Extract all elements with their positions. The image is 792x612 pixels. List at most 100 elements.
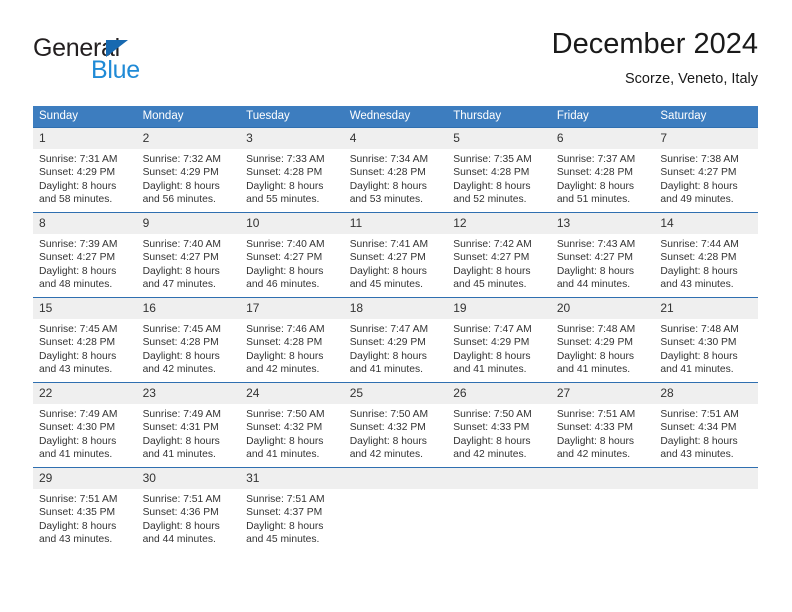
daylight-text-line2: and 58 minutes. [39,194,113,206]
day-number: 17 [240,298,344,319]
day-details: Sunrise: 7:47 AM Sunset: 4:29 PM Dayligh… [447,319,551,377]
sunset-text: Sunset: 4:28 PM [660,252,737,264]
day-details: Sunrise: 7:34 AM Sunset: 4:28 PM Dayligh… [344,149,448,207]
day-number: 2 [136,128,241,149]
calendar-week-row: 1 Sunrise: 7:31 AM Sunset: 4:29 PM Dayli… [33,127,758,213]
day-cell[interactable]: 23 Sunrise: 7:49 AM Sunset: 4:31 PM Dayl… [136,382,241,468]
sunset-text: Sunset: 4:28 PM [246,337,323,349]
day-number: 11 [343,213,448,234]
day-cell[interactable]: 18 Sunrise: 7:47 AM Sunset: 4:29 PM Dayl… [343,297,448,383]
day-cell[interactable]: 28 Sunrise: 7:51 AM Sunset: 4:34 PM Dayl… [654,382,758,468]
day-number: 16 [136,298,241,319]
day-number: 18 [343,298,448,319]
daylight-text-line1: Daylight: 8 hours [453,180,531,192]
sunset-text: Sunset: 4:36 PM [142,507,219,519]
calendar-week-row: 22 Sunrise: 7:49 AM Sunset: 4:30 PM Dayl… [33,382,758,468]
day-number: 22 [33,383,137,404]
daylight-text-line2: and 41 minutes. [453,364,527,376]
day-details: Sunrise: 7:48 AM Sunset: 4:29 PM Dayligh… [551,319,655,377]
sunrise-text: Sunrise: 7:45 AM [142,324,221,335]
day-number: 9 [136,213,241,234]
daylight-text-line2: and 41 minutes. [660,364,734,376]
day-cell[interactable]: 1 Sunrise: 7:31 AM Sunset: 4:29 PM Dayli… [33,127,137,213]
sunset-text: Sunset: 4:35 PM [39,507,116,519]
page-header: General Blue December 2024 Scorze, Venet… [33,26,758,96]
day-details: Sunrise: 7:41 AM Sunset: 4:27 PM Dayligh… [344,234,448,292]
sunrise-text: Sunrise: 7:31 AM [39,154,118,165]
calendar-week-row: 15 Sunrise: 7:45 AM Sunset: 4:28 PM Dayl… [33,297,758,383]
sunset-text: Sunset: 4:33 PM [556,422,633,434]
day-cell[interactable]: 21 Sunrise: 7:48 AM Sunset: 4:30 PM Dayl… [654,297,758,383]
sunrise-text: Sunrise: 7:41 AM [349,239,429,250]
day-cell[interactable]: 2 Sunrise: 7:32 AM Sunset: 4:29 PM Dayli… [136,127,241,213]
day-details: Sunrise: 7:50 AM Sunset: 4:32 PM Dayligh… [344,404,448,462]
day-details: Sunrise: 7:47 AM Sunset: 4:29 PM Dayligh… [344,319,448,377]
day-cell[interactable]: 25 Sunrise: 7:50 AM Sunset: 4:32 PM Dayl… [343,382,448,468]
day-cell[interactable]: 12 Sunrise: 7:42 AM Sunset: 4:27 PM Dayl… [447,212,551,298]
sunset-text: Sunset: 4:29 PM [453,337,530,349]
day-cell[interactable]: 17 Sunrise: 7:46 AM Sunset: 4:28 PM Dayl… [240,297,344,383]
day-cell[interactable]: 27 Sunrise: 7:51 AM Sunset: 4:33 PM Dayl… [550,382,655,468]
day-cell[interactable]: 19 Sunrise: 7:47 AM Sunset: 4:29 PM Dayl… [447,297,551,383]
day-cell[interactable]: 30 Sunrise: 7:51 AM Sunset: 4:36 PM Dayl… [136,467,241,552]
sunset-text: Sunset: 4:29 PM [142,167,219,179]
day-details: Sunrise: 7:50 AM Sunset: 4:33 PM Dayligh… [447,404,551,462]
daylight-text-line2: and 41 minutes. [349,364,423,376]
day-cell[interactable]: 9 Sunrise: 7:40 AM Sunset: 4:27 PM Dayli… [136,212,241,298]
day-cell[interactable]: 24 Sunrise: 7:50 AM Sunset: 4:32 PM Dayl… [240,382,344,468]
day-cell[interactable]: 15 Sunrise: 7:45 AM Sunset: 4:28 PM Dayl… [33,297,137,383]
day-cell[interactable]: 31 Sunrise: 7:51 AM Sunset: 4:37 PM Dayl… [240,467,344,552]
day-number: 31 [240,468,344,489]
sunset-text: Sunset: 4:29 PM [556,337,633,349]
day-number: 20 [550,298,655,319]
daylight-text-line2: and 47 minutes. [142,279,216,291]
day-details: Sunrise: 7:33 AM Sunset: 4:28 PM Dayligh… [240,149,344,207]
day-cell[interactable]: 20 Sunrise: 7:48 AM Sunset: 4:29 PM Dayl… [550,297,655,383]
sunrise-text: Sunrise: 7:34 AM [349,154,429,165]
day-cell[interactable]: 3 Sunrise: 7:33 AM Sunset: 4:28 PM Dayli… [240,127,344,213]
day-cell[interactable]: 29 Sunrise: 7:51 AM Sunset: 4:35 PM Dayl… [33,467,137,552]
daylight-text-line1: Daylight: 8 hours [246,180,324,192]
weekday-header-wednesday: Wednesday [343,106,448,128]
day-number: 1 [33,128,137,149]
day-number: 12 [447,213,551,234]
sunset-text: Sunset: 4:31 PM [142,422,219,434]
sunrise-text: Sunrise: 7:40 AM [246,239,325,250]
sunrise-text: Sunrise: 7:38 AM [660,154,739,165]
day-cell[interactable]: 22 Sunrise: 7:49 AM Sunset: 4:30 PM Dayl… [33,382,137,468]
daylight-text-line1: Daylight: 8 hours [660,350,738,362]
daylight-text-line2: and 41 minutes. [246,449,320,461]
day-cell[interactable]: 14 Sunrise: 7:44 AM Sunset: 4:28 PM Dayl… [654,212,758,298]
sunset-text: Sunset: 4:28 PM [453,167,530,179]
day-cell[interactable]: 10 Sunrise: 7:40 AM Sunset: 4:27 PM Dayl… [240,212,344,298]
sunset-text: Sunset: 4:27 PM [39,252,116,264]
day-number: 21 [654,298,758,319]
daylight-text-line2: and 46 minutes. [246,279,320,291]
day-cell[interactable]: 8 Sunrise: 7:39 AM Sunset: 4:27 PM Dayli… [33,212,137,298]
day-cell[interactable]: 11 Sunrise: 7:41 AM Sunset: 4:27 PM Dayl… [343,212,448,298]
day-number: 27 [550,383,655,404]
sunrise-text: Sunrise: 7:47 AM [349,324,429,335]
day-cell[interactable]: 16 Sunrise: 7:45 AM Sunset: 4:28 PM Dayl… [136,297,241,383]
day-cell[interactable]: 4 Sunrise: 7:34 AM Sunset: 4:28 PM Dayli… [343,127,448,213]
daylight-text-line1: Daylight: 8 hours [246,435,324,447]
day-cell[interactable]: 26 Sunrise: 7:50 AM Sunset: 4:33 PM Dayl… [447,382,551,468]
daylight-text-line1: Daylight: 8 hours [246,520,324,532]
sunset-text: Sunset: 4:27 PM [246,252,323,264]
sunset-text: Sunset: 4:28 PM [349,167,426,179]
sunset-text: Sunset: 4:28 PM [39,337,116,349]
calendar-week-row: 29 Sunrise: 7:51 AM Sunset: 4:35 PM Dayl… [33,467,758,552]
sunset-text: Sunset: 4:33 PM [453,422,530,434]
sunrise-text: Sunrise: 7:35 AM [453,154,532,165]
day-cell[interactable]: 6 Sunrise: 7:37 AM Sunset: 4:28 PM Dayli… [550,127,655,213]
sunset-text: Sunset: 4:30 PM [660,337,737,349]
day-details: Sunrise: 7:43 AM Sunset: 4:27 PM Dayligh… [551,234,655,292]
day-cell[interactable]: 13 Sunrise: 7:43 AM Sunset: 4:27 PM Dayl… [550,212,655,298]
sunset-text: Sunset: 4:29 PM [349,337,426,349]
daylight-text-line1: Daylight: 8 hours [349,350,427,362]
day-cell[interactable]: 5 Sunrise: 7:35 AM Sunset: 4:28 PM Dayli… [447,127,551,213]
day-cell[interactable]: 7 Sunrise: 7:38 AM Sunset: 4:27 PM Dayli… [654,127,758,213]
day-details: Sunrise: 7:38 AM Sunset: 4:27 PM Dayligh… [654,149,758,207]
day-number: 30 [136,468,241,489]
day-number: 26 [447,383,551,404]
